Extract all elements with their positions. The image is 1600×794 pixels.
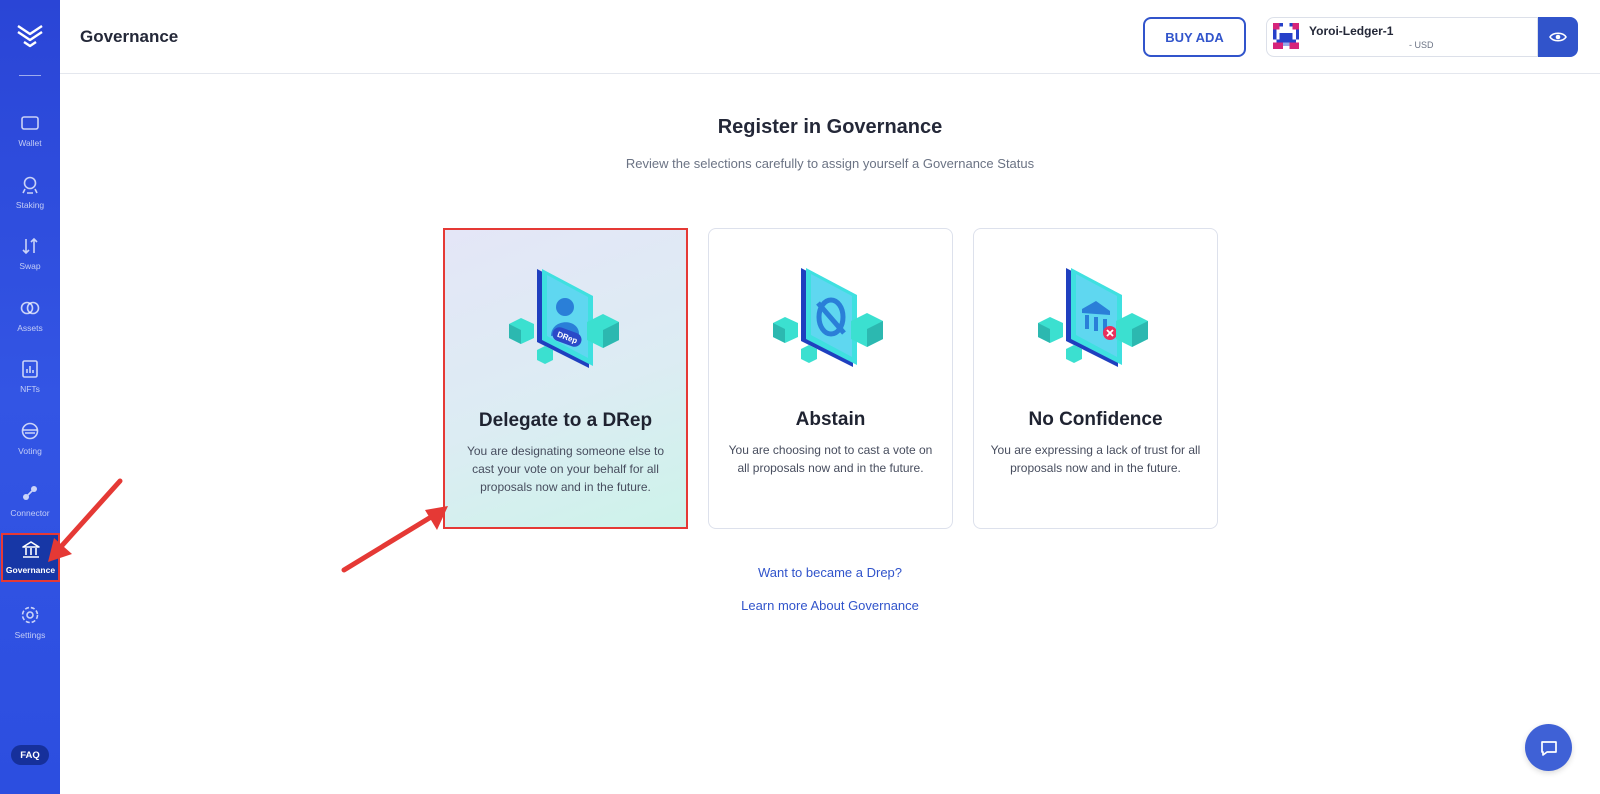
sidebar-item-voting[interactable]: Voting	[0, 414, 60, 464]
wallet-balance: - USD	[1409, 40, 1434, 50]
sidebar-item-connector[interactable]: Connector	[0, 476, 60, 526]
chat-button[interactable]	[1525, 724, 1572, 771]
sidebar-item-label: Connector	[10, 508, 50, 518]
card-description: You are expressing a lack of trust for a…	[990, 443, 1201, 475]
sidebar-item-label: Settings	[14, 630, 46, 640]
card-description: You are choosing not to cast a vote on a…	[728, 443, 933, 475]
voting-icon	[19, 420, 41, 442]
become-drep-link[interactable]: Want to became a Drep?	[758, 565, 902, 580]
sidebar-item-label: Assets	[17, 323, 43, 333]
sidebar-item-label: Wallet	[18, 138, 42, 148]
staking-icon	[19, 174, 41, 196]
section-title: Register in Governance	[717, 116, 943, 138]
card-title: No Confidence	[1028, 409, 1163, 430]
wallet-avatar	[1273, 23, 1299, 49]
link-row: Want to became a Drep?	[0, 565, 1600, 580]
eye-icon	[1549, 32, 1567, 42]
chat-icon	[1540, 740, 1557, 756]
no-confidence-card[interactable]: No Confidence You are expressing a lack …	[973, 228, 1218, 529]
sidebar-item-nfts[interactable]: NFTs	[0, 352, 60, 402]
top-header: Governance BUY ADA Yoroi-Ledger-1 - USD	[60, 0, 1600, 74]
sidebar-item-label: Staking	[15, 200, 45, 210]
sidebar-item-label: NFTs	[20, 384, 40, 394]
abstain-card[interactable]: Abstain You are choosing not to cast a v…	[708, 228, 953, 529]
faq-button[interactable]: FAQ	[11, 745, 49, 765]
no-confidence-illustration-icon	[1038, 268, 1148, 367]
yoroi-logo-icon[interactable]	[16, 22, 44, 50]
buy-ada-button[interactable]: BUY ADA	[1143, 17, 1246, 57]
connector-icon	[19, 482, 41, 504]
assets-icon	[19, 297, 41, 319]
sidebar-item-staking[interactable]: Staking	[0, 168, 60, 218]
card-description: You are designating someone else to cast…	[466, 444, 665, 494]
section-subtitle: Review the selections carefully to assig…	[625, 156, 1035, 171]
toggle-balance-button[interactable]	[1538, 17, 1578, 57]
page-title: Governance	[80, 27, 179, 46]
link-row: Learn more About Governance	[0, 598, 1600, 613]
abstain-illustration-icon	[773, 268, 883, 367]
sidebar-item-assets[interactable]: Assets	[0, 291, 60, 341]
drep-illustration-icon: DRep	[509, 269, 619, 368]
card-title: Abstain	[795, 409, 866, 430]
sidebar-item-label: Voting	[18, 446, 42, 456]
wallet-selector[interactable]: Yoroi-Ledger-1 - USD	[1266, 17, 1538, 57]
swap-icon	[19, 235, 41, 257]
card-title: Delegate to a DRep	[478, 410, 653, 431]
sidebar-divider	[19, 75, 41, 76]
sidebar-item-swap[interactable]: Swap	[0, 229, 60, 279]
delegate-drep-card[interactable]: DRep Delegate to a DRep You are designat…	[443, 228, 688, 529]
learn-more-governance-link[interactable]: Learn more About Governance	[741, 598, 919, 613]
sidebar-item-label: Swap	[19, 261, 41, 271]
nfts-icon	[19, 358, 41, 380]
wallet-name: Yoroi-Ledger-1	[1309, 24, 1394, 38]
governance-icon	[20, 539, 42, 561]
